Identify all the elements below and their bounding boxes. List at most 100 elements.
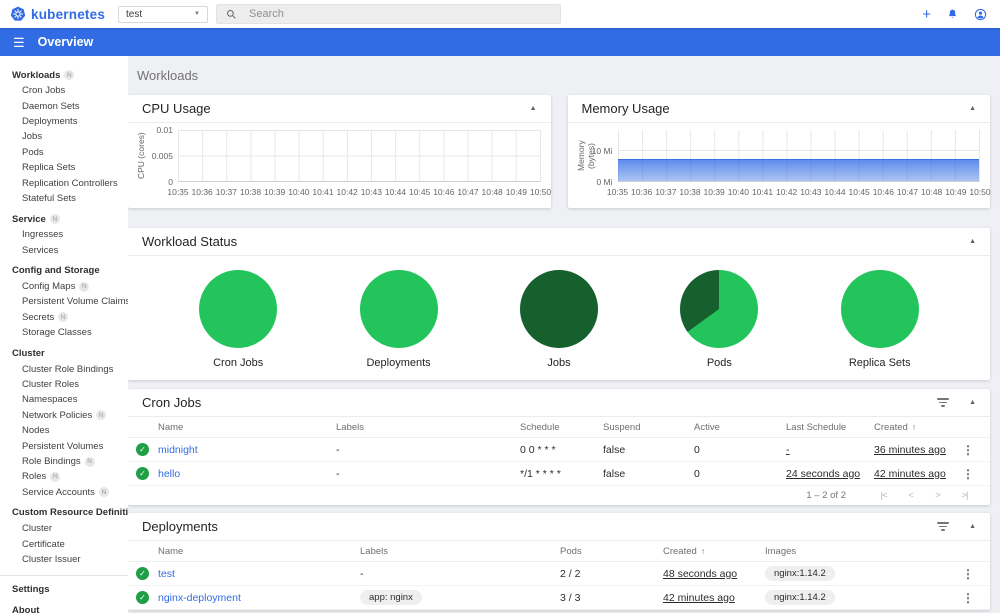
- create-resource-button plus-icon[interactable]: +: [922, 7, 931, 22]
- kebab-menu-icon[interactable]: ⋮: [956, 591, 980, 605]
- first-page-icon[interactable]: |<: [870, 490, 897, 501]
- new-items-badge: N: [98, 487, 109, 498]
- sidebar-item-cluster[interactable]: Cluster: [0, 521, 128, 536]
- sidebar-item-pods[interactable]: Pods: [0, 145, 128, 160]
- sidebar-item-persistent-volumes[interactable]: Persistent Volumes: [0, 438, 128, 453]
- sidebar-item-role-bindings[interactable]: Role Bindings N: [0, 454, 128, 469]
- sidebar-item-label: Config Maps: [22, 281, 76, 293]
- sidebar-item-label: Cluster Roles: [22, 379, 80, 391]
- column-header-active[interactable]: Active: [694, 422, 786, 433]
- sidebar-item-daemon-sets[interactable]: Daemon Sets: [0, 98, 128, 113]
- x-tick-label: 10:35: [167, 187, 189, 197]
- search-input[interactable]: [247, 7, 551, 21]
- sidebar-item-replica-sets[interactable]: Replica Sets: [0, 160, 128, 175]
- x-tick-label: 10:46: [433, 187, 455, 197]
- sidebar-item-ingresses[interactable]: Ingresses: [0, 227, 128, 242]
- column-header-created[interactable]: Created ↑: [874, 422, 956, 433]
- filter-icon[interactable]: [937, 522, 950, 531]
- prev-page-icon[interactable]: <: [897, 490, 924, 501]
- sidebar-item-network-policies[interactable]: Network Policies N: [0, 408, 128, 423]
- column-header-name[interactable]: Name: [158, 422, 336, 433]
- sidebar-item-settings[interactable]: Settings: [0, 581, 128, 597]
- column-header-suspend[interactable]: Suspend: [603, 422, 694, 433]
- sidebar-item-cluster-role-bindings[interactable]: Cluster Role Bindings: [0, 361, 128, 376]
- sidebar-item-label: Stateful Sets: [22, 192, 76, 204]
- panel-title: Cron Jobs: [142, 395, 202, 410]
- kebab-menu-icon[interactable]: ⋮: [956, 467, 980, 481]
- filter-icon[interactable]: [937, 398, 950, 407]
- panel-title: Deployments: [142, 519, 218, 534]
- sidebar-item-persistent-volume-claims[interactable]: Persistent Volume ClaimsN: [0, 294, 128, 309]
- status-ok-icon: ✓: [136, 467, 149, 480]
- column-header-name[interactable]: Name: [158, 546, 360, 557]
- sidebar-item-label: Replica Sets: [22, 162, 76, 174]
- next-page-icon[interactable]: >: [924, 490, 951, 501]
- collapse-arrow-icon[interactable]: ▲: [530, 105, 537, 112]
- sidebar-item-replication-controllers[interactable]: Replication Controllers: [0, 175, 128, 190]
- memory-usage-panel: Memory Usage ▲ Memory (bytes) 10 Mi 0 Mi …: [567, 95, 991, 208]
- x-tick-label: 10:39: [703, 187, 725, 197]
- sidebar-item-deployments[interactable]: Deployments: [0, 114, 128, 129]
- namespace-selector[interactable]: test ▼: [118, 5, 208, 23]
- sidebar-nav: Workloads N Cron Jobs Daemon Sets Deployment…: [0, 56, 128, 613]
- sidebar-item-cron-jobs[interactable]: Cron Jobs: [0, 83, 128, 98]
- collapse-arrow-icon[interactable]: ▲: [969, 399, 976, 406]
- sidebar-item-about[interactable]: About: [0, 602, 128, 613]
- x-tick-label: 10:41: [312, 187, 334, 197]
- cronjob-name-link[interactable]: midnight: [158, 444, 336, 456]
- collapse-arrow-icon[interactable]: ▲: [969, 238, 976, 245]
- sidebar-item-config-maps[interactable]: Config Maps N: [0, 279, 128, 294]
- sidebar-item-label: Persistent Volume Claims: [22, 296, 128, 308]
- toolbar: ☰ Overview: [0, 28, 1000, 56]
- sidebar-item-label: Cluster: [12, 347, 45, 359]
- sidebar-item-jobs[interactable]: Jobs: [0, 129, 128, 144]
- collapse-arrow-icon[interactable]: ▲: [969, 105, 976, 112]
- column-header-images[interactable]: Images: [765, 546, 956, 557]
- column-header-last-schedule[interactable]: Last Schedule: [786, 422, 874, 433]
- notifications-bell-icon[interactable]: [946, 8, 959, 21]
- column-header-labels[interactable]: Labels: [336, 422, 520, 433]
- sidebar-item-stateful-sets[interactable]: Stateful Sets: [0, 191, 128, 206]
- kebab-menu-icon[interactable]: ⋮: [956, 567, 980, 581]
- table-row: ✓ hello - */1 * * * * false 0 24 seconds ago 42…: [128, 462, 990, 486]
- pie-chart: [199, 270, 278, 348]
- column-header-pods[interactable]: Pods: [560, 546, 663, 557]
- cell-pods: 2 / 2: [560, 567, 581, 580]
- sidebar-item-certificate[interactable]: Certificate: [0, 536, 128, 551]
- sidebar-item-workloads[interactable]: Workloads N: [0, 67, 128, 83]
- sidebar-item-cluster-issuer[interactable]: Cluster Issuer: [0, 552, 128, 567]
- kebab-menu-icon[interactable]: ⋮: [956, 443, 980, 457]
- sidebar-item-services[interactable]: Services: [0, 243, 128, 258]
- sidebar-item-service-accounts[interactable]: Service Accounts N: [0, 485, 128, 500]
- deployment-name-link[interactable]: nginx-deployment: [158, 592, 360, 604]
- sidebar-item-secrets[interactable]: Secrets N: [0, 310, 128, 325]
- x-tick-label: 10:44: [384, 187, 407, 197]
- last-page-icon[interactable]: >|: [951, 490, 978, 501]
- sidebar-item-cluster-roles[interactable]: Cluster Roles: [0, 377, 128, 392]
- search-bar[interactable]: [216, 4, 561, 24]
- sidebar-item-storage-classes[interactable]: Storage Classes: [0, 325, 128, 340]
- sidebar-item-service[interactable]: Service N: [0, 211, 128, 227]
- kubernetes-logo[interactable]: kubernetes: [0, 6, 118, 22]
- panel-header: CPU Usage ▲: [128, 95, 551, 123]
- sidebar-item-roles[interactable]: Roles N: [0, 469, 128, 484]
- deployment-name-link[interactable]: test: [158, 568, 360, 580]
- workload-pie-cron-jobs: Cron Jobs: [173, 270, 303, 369]
- deployments-table-body: ✓ test - 2 / 2 48 seconds ago nginx:1.14.2 ⋮ ✓ n…: [128, 562, 990, 610]
- y-tick-label: 0.005: [151, 151, 173, 161]
- account-user-icon[interactable]: [974, 8, 987, 21]
- workload-status-panel: Workload Status ▲ Cron Jobs Deployments Jo…: [128, 228, 990, 380]
- column-header-created[interactable]: Created ↑: [663, 546, 765, 557]
- column-header-schedule[interactable]: Schedule: [520, 422, 603, 433]
- x-tick-label: 10:44: [824, 187, 846, 197]
- sidebar-item-label: Certificate: [22, 538, 65, 550]
- cell-labels: -: [360, 567, 364, 580]
- hamburger-menu-icon[interactable]: ☰: [13, 36, 25, 49]
- collapse-arrow-icon[interactable]: ▲: [969, 523, 976, 530]
- cronjob-name-link[interactable]: hello: [158, 468, 336, 480]
- sidebar-item-nodes[interactable]: Nodes: [0, 423, 128, 438]
- column-header-labels[interactable]: Labels: [360, 546, 560, 557]
- sidebar-item-namespaces[interactable]: Namespaces: [0, 392, 128, 407]
- toolbar-title: Overview: [37, 35, 94, 49]
- status-ok-icon: ✓: [136, 443, 149, 456]
